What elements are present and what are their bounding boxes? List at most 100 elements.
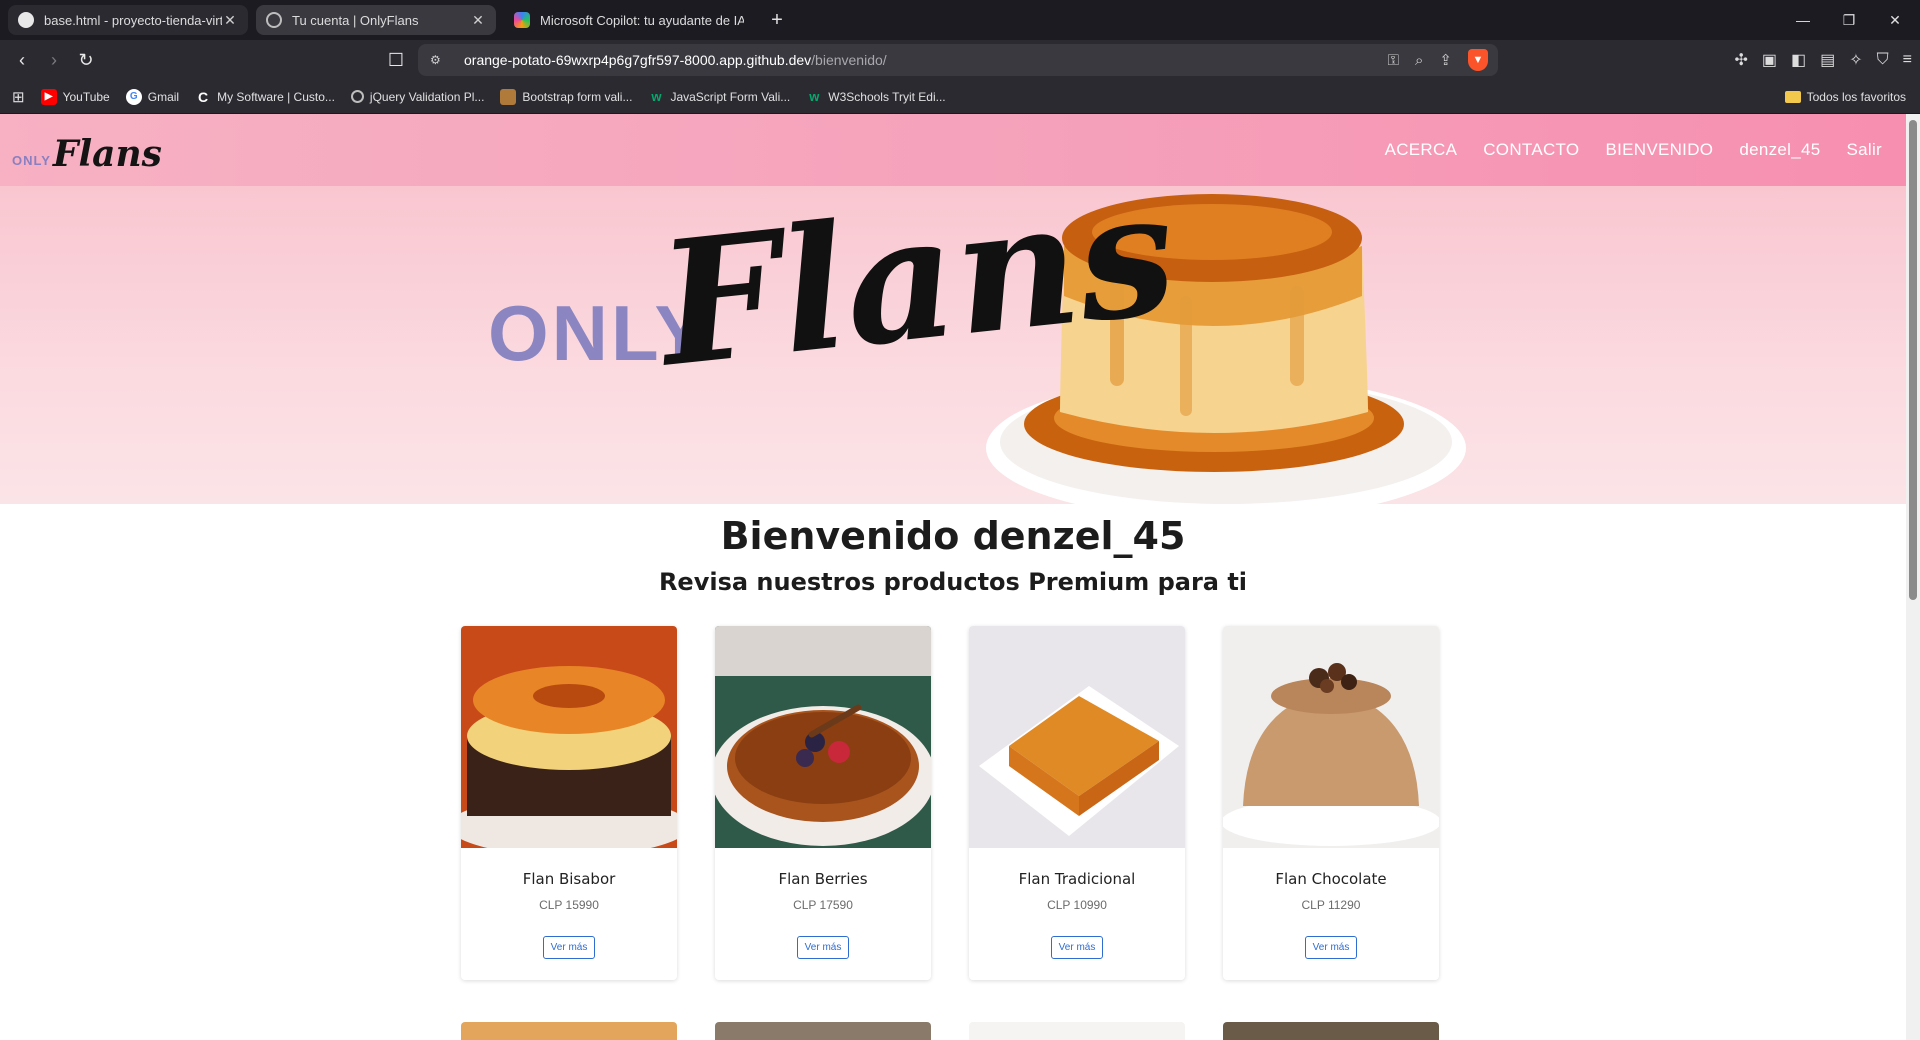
- url-path: /bienvenido/: [811, 52, 887, 68]
- welcome-subtitle: Revisa nuestros productos Premium para t…: [658, 568, 1248, 596]
- folder-icon: [1784, 91, 1801, 103]
- ver-mas-button[interactable]: Ver más: [796, 936, 850, 959]
- c-icon: C: [198, 88, 209, 105]
- hero-banner: ONLY Flans: [0, 186, 1906, 504]
- site-logo[interactable]: ONLY Flans: [12, 128, 162, 172]
- bookmarks-bar: ⊞ ▶ YouTube G Gmail C My Software | Cust…: [0, 80, 1920, 114]
- ver-mas-button[interactable]: Ver más: [1050, 936, 1104, 959]
- brave-shield-icon[interactable]: ▼: [1468, 49, 1488, 71]
- restore-icon[interactable]: ❐: [1826, 0, 1872, 40]
- w3schools-icon: w: [809, 89, 820, 104]
- bookmark-label: My Software | Custo...: [217, 89, 335, 104]
- product-price: CLP 17590: [793, 898, 853, 912]
- share-icon[interactable]: ⇪: [1439, 51, 1452, 69]
- forward-icon[interactable]: ›: [38, 44, 70, 76]
- product-card: Flan Berries CLP 17590 Ver más: [715, 626, 931, 980]
- reload-icon[interactable]: ↻: [70, 44, 102, 76]
- hero-script-text: Flans: [650, 186, 1184, 406]
- close-icon[interactable]: ✕: [222, 12, 238, 29]
- vpn-icon[interactable]: ⛉: [1877, 51, 1889, 69]
- key-icon[interactable]: ⚿: [1388, 52, 1399, 69]
- flan-berries-image: [715, 626, 931, 848]
- product-card-peek: [969, 1022, 1185, 1040]
- navigation-bar: ‹ › ↻ ☐ ⚙ orange-potato-69wxrp4p6g7gfr59…: [0, 40, 1920, 80]
- extensions-icon[interactable]: ✣: [1734, 50, 1747, 70]
- new-tab-button[interactable]: +: [764, 9, 790, 32]
- youtube-icon: ▶: [40, 88, 57, 105]
- bookmark-js-form-validation[interactable]: w JavaScript Form Vali...: [648, 89, 790, 105]
- product-card: Flan Bisabor CLP 15990 Ver más: [461, 626, 677, 980]
- back-icon[interactable]: ‹: [6, 44, 38, 76]
- all-bookmarks[interactable]: Todos los favoritos: [1784, 80, 1906, 114]
- copilot-icon: [514, 12, 530, 28]
- bookmark-label: Gmail: [147, 89, 180, 104]
- product-name: Flan Berries: [778, 870, 868, 888]
- tab-tu-cuenta[interactable]: Tu cuenta | OnlyFlans ✕: [256, 5, 496, 35]
- leo-ai-icon[interactable]: ✧: [1849, 50, 1862, 70]
- site-info-icon[interactable]: ⚙: [430, 53, 448, 67]
- tab-copilot[interactable]: Microsoft Copilot: tu ayudante de IA: [504, 5, 754, 35]
- menu-icon[interactable]: ≡: [1903, 51, 1912, 69]
- ver-mas-button[interactable]: Ver más: [542, 936, 596, 959]
- menu-username[interactable]: denzel_45: [1739, 140, 1820, 160]
- bookmark-gmail[interactable]: G Gmail: [125, 88, 180, 105]
- product-price: CLP 15990: [539, 898, 599, 912]
- minimize-icon[interactable]: —: [1780, 0, 1826, 40]
- w3schools-icon: w: [651, 89, 662, 104]
- menu-contacto[interactable]: CONTACTO: [1483, 140, 1579, 160]
- logo-script-text: Flans: [52, 133, 162, 175]
- site-menu: ACERCA CONTACTO BIENVENIDO denzel_45 Sal…: [1359, 114, 1882, 186]
- bookmark-jquery-validation[interactable]: jQuery Validation Pl...: [350, 89, 485, 104]
- site-header: ONLY Flans ACERCA CONTACTO BIENVENIDO de…: [0, 114, 1906, 186]
- bookmark-favicon-icon: [500, 88, 517, 105]
- flan-chocolate-image: [1223, 626, 1439, 848]
- page-scrollbar[interactable]: [1906, 114, 1920, 1040]
- logo-only-text: ONLY: [12, 153, 51, 168]
- product-name: Flan Tradicional: [1018, 870, 1136, 888]
- globe-icon: [350, 90, 364, 103]
- menu-salir[interactable]: Salir: [1846, 140, 1882, 160]
- sidebar-icon[interactable]: ◧: [1791, 50, 1806, 70]
- all-bookmarks-label: Todos los favoritos: [1806, 90, 1906, 104]
- google-icon: G: [125, 88, 142, 105]
- product-card: Flan Tradicional CLP 10990 Ver más: [969, 626, 1185, 980]
- apps-grid-icon[interactable]: ⊞: [12, 88, 25, 106]
- address-bar-actions: ⚿ ⌕ ⇪ ▼: [1388, 44, 1488, 76]
- product-card: Flan Chocolate CLP 11290 Ver más: [1223, 626, 1439, 980]
- wallet-icon[interactable]: ▤: [1820, 50, 1835, 70]
- scrollbar-thumb[interactable]: [1909, 120, 1917, 600]
- tab-base-html[interactable]: base.html - proyecto-tienda-virtu ✕: [8, 5, 248, 35]
- globe-icon: [266, 12, 282, 28]
- bookmark-icon[interactable]: ☐: [380, 44, 412, 76]
- tab-label: Tu cuenta | OnlyFlans: [292, 12, 419, 28]
- menu-bienvenido[interactable]: BIENVENIDO: [1605, 140, 1713, 160]
- tab-bar: base.html - proyecto-tienda-virtu ✕ Tu c…: [0, 0, 1920, 40]
- product-card-peek: [1223, 1022, 1439, 1040]
- product-price: CLP 10990: [1047, 898, 1107, 912]
- page-viewport: ONLY Flans ACERCA CONTACTO BIENVENIDO de…: [0, 114, 1906, 1040]
- browser-toolbar: ✣ ▣ ◧ ▤ ✧ ⛉ ≡: [1734, 40, 1912, 80]
- close-icon[interactable]: ✕: [470, 12, 486, 29]
- zoom-icon[interactable]: ⌕: [1415, 52, 1423, 69]
- bookmark-w3schools-tryit[interactable]: w W3Schools Tryit Edi...: [806, 89, 945, 105]
- bookmark-bootstrap[interactable]: Bootstrap form vali...: [500, 88, 633, 105]
- bookmark-label: Bootstrap form vali...: [522, 89, 633, 104]
- ver-mas-button[interactable]: Ver más: [1304, 936, 1358, 959]
- product-price: CLP 11290: [1301, 898, 1361, 912]
- product-card-peek: [461, 1022, 677, 1040]
- screenshot-icon[interactable]: ▣: [1762, 50, 1777, 70]
- url-host: orange-potato-69wxrp4p6g7gfr597-8000.app…: [464, 52, 812, 68]
- bookmark-label: W3Schools Tryit Edi...: [828, 89, 946, 104]
- bookmark-label: JavaScript Form Vali...: [670, 89, 791, 104]
- product-name: Flan Bisabor: [522, 870, 616, 888]
- address-bar[interactable]: ⚙ orange-potato-69wxrp4p6g7gfr597-8000.a…: [418, 44, 1498, 76]
- product-name: Flan Chocolate: [1275, 870, 1387, 888]
- welcome-section: Bienvenido denzel_45 Revisa nuestros pro…: [0, 506, 1906, 596]
- welcome-title: Bienvenido denzel_45: [720, 514, 1186, 558]
- close-window-icon[interactable]: ✕: [1872, 0, 1918, 40]
- bookmark-youtube[interactable]: ▶ YouTube: [40, 88, 110, 105]
- bookmark-label: jQuery Validation Pl...: [369, 89, 485, 104]
- product-grid-row-2: [461, 1022, 1441, 1040]
- bookmark-my-software[interactable]: C My Software | Custo...: [195, 89, 335, 105]
- menu-acerca[interactable]: ACERCA: [1385, 140, 1458, 160]
